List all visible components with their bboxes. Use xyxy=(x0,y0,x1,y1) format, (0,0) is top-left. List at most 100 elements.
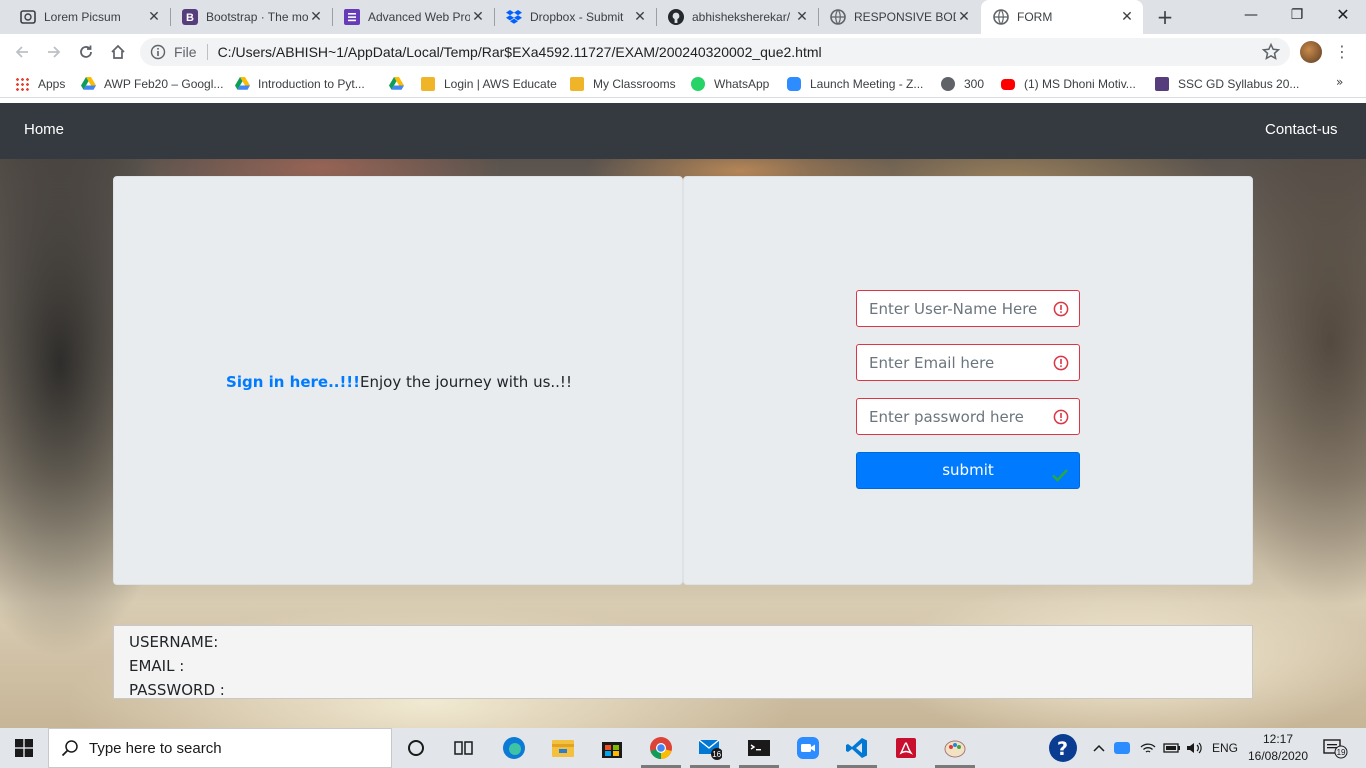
vscode-icon[interactable] xyxy=(845,736,869,760)
taskbar-clock[interactable]: 12:17 16/08/2020 xyxy=(1246,731,1310,765)
taskbar-search-box[interactable]: Type here to search xyxy=(48,728,392,768)
bookmark-aws-educate[interactable]: Login | AWS Educate xyxy=(421,75,557,93)
minimize-button[interactable]: — xyxy=(1228,0,1274,32)
close-icon[interactable]: ✕ xyxy=(1119,9,1135,25)
tab-advanced-web[interactable]: Advanced Web Pro ✕ xyxy=(332,0,494,34)
browser-toolbar: File C:/Users/ABHISH~1/AppData/Local/Tem… xyxy=(0,34,1366,70)
svg-text:?: ? xyxy=(1057,738,1068,760)
tab-title: FORM xyxy=(1017,10,1053,24)
forms-icon xyxy=(344,9,360,25)
bookmark-zoom[interactable]: Launch Meeting - Z... xyxy=(787,75,923,93)
language-indicator[interactable]: ENG xyxy=(1212,728,1238,768)
bookmark-drive[interactable] xyxy=(389,75,404,93)
bookmarks-overflow-button[interactable]: » xyxy=(1336,75,1343,89)
bootstrap-icon: B xyxy=(182,9,198,25)
close-icon[interactable]: ✕ xyxy=(308,9,324,25)
tray-zoom-icon[interactable] xyxy=(1114,728,1130,768)
tab-github[interactable]: abhisheksherekar/ ✕ xyxy=(656,0,818,34)
bookmarks-bar: Apps AWP Feb20 – Googl... Introduction t… xyxy=(0,70,1366,98)
bookmark-ssc[interactable]: SSC GD Syllabus 20... xyxy=(1155,75,1299,93)
bookmark-whatsapp[interactable]: WhatsApp xyxy=(691,75,769,93)
chrome-icon[interactable] xyxy=(649,736,673,760)
edge-icon[interactable] xyxy=(502,736,526,760)
close-window-button[interactable]: ✕ xyxy=(1320,0,1366,32)
close-icon[interactable]: ✕ xyxy=(470,9,486,25)
tab-responsive-body[interactable]: RESPONSIVE BOD ✕ xyxy=(818,0,980,34)
close-icon[interactable]: ✕ xyxy=(956,9,972,25)
bookmark-intro-python[interactable]: Introduction to Pyt... xyxy=(235,75,365,93)
mail-badge: 16 xyxy=(712,750,721,759)
page-viewport: Home Contact-us Sign in here..!!!Enjoy t… xyxy=(0,103,1366,728)
tab-title: abhisheksherekar/ xyxy=(692,10,791,24)
username-input[interactable] xyxy=(857,291,1047,326)
zoom-app-icon[interactable] xyxy=(796,736,820,760)
paint-icon[interactable] xyxy=(943,736,967,760)
signin-form-card: submit xyxy=(683,176,1253,585)
home-icon xyxy=(111,44,125,59)
new-tab-button[interactable]: + xyxy=(1155,7,1175,28)
search-placeholder: Type here to search xyxy=(89,739,222,757)
store-icon[interactable] xyxy=(600,736,624,760)
profile-avatar[interactable] xyxy=(1300,41,1322,63)
username-field[interactable] xyxy=(856,290,1080,327)
start-button[interactable] xyxy=(0,728,48,768)
battery-icon[interactable] xyxy=(1163,728,1181,768)
mail-icon[interactable]: 16 xyxy=(698,736,722,760)
welcome-card: Sign in here..!!!Enjoy the journey with … xyxy=(113,176,683,585)
address-bar[interactable]: File C:/Users/ABHISH~1/AppData/Local/Tem… xyxy=(140,38,1290,66)
acrobat-icon[interactable] xyxy=(894,736,918,760)
volume-icon[interactable] xyxy=(1186,728,1204,768)
bookmark-label: Login | AWS Educate xyxy=(444,77,557,91)
cortana-icon[interactable] xyxy=(404,736,428,760)
tab-dropbox[interactable]: Dropbox - Submit ✕ xyxy=(494,0,656,34)
home-button[interactable] xyxy=(106,40,130,64)
clock-date: 16/08/2020 xyxy=(1247,749,1309,763)
url-text[interactable]: C:/Users/ABHISH~1/AppData/Local/Temp/Rar… xyxy=(218,44,822,60)
reload-button[interactable] xyxy=(74,40,98,64)
tab-form-active[interactable]: FORM ✕ xyxy=(981,0,1143,34)
password-input[interactable] xyxy=(857,399,1047,434)
bookmark-300[interactable]: 300 xyxy=(941,75,984,93)
info-icon[interactable] xyxy=(150,44,166,60)
tab-lorem-picsum[interactable]: Lorem Picsum ✕ xyxy=(0,0,170,34)
bookmark-apps[interactable]: Apps xyxy=(15,75,65,93)
bookmark-my-classrooms[interactable]: My Classrooms xyxy=(570,75,676,93)
submit-label: submit xyxy=(942,461,994,479)
bookmark-awp[interactable]: AWP Feb20 – Googl... xyxy=(81,75,223,93)
windows-logo-icon xyxy=(15,739,33,757)
help-icon[interactable]: ? xyxy=(1048,733,1078,763)
submit-button[interactable]: submit xyxy=(856,452,1080,489)
close-icon[interactable]: ✕ xyxy=(794,9,810,25)
svg-text:B: B xyxy=(186,12,194,24)
forward-button[interactable] xyxy=(42,40,66,64)
bookmark-youtube[interactable]: (1) MS Dhoni Motiv... xyxy=(1001,75,1136,93)
bookmark-label: SSC GD Syllabus 20... xyxy=(1178,77,1300,91)
clock-time: 12:17 xyxy=(1262,732,1294,746)
email-field[interactable] xyxy=(856,344,1080,381)
windows-taskbar: Type here to search 16 ? ENG 12:17 16/08… xyxy=(0,728,1366,768)
bookmark-label: WhatsApp xyxy=(714,77,770,91)
tab-strip: Lorem Picsum ✕ B Bootstrap · The mo ✕ Ad… xyxy=(0,0,1366,34)
email-input[interactable] xyxy=(857,345,1047,380)
picsum-icon xyxy=(20,9,36,25)
output-username: USERNAME: xyxy=(129,633,219,651)
restore-button[interactable]: ❐ xyxy=(1274,0,1320,32)
tagline-text: Enjoy the journey with us..!! xyxy=(359,373,572,391)
terminal-icon[interactable] xyxy=(747,736,771,760)
tab-bootstrap[interactable]: B Bootstrap · The mo ✕ xyxy=(170,0,332,34)
back-button[interactable] xyxy=(10,40,34,64)
notification-center-icon[interactable]: 19 xyxy=(1323,728,1349,768)
menu-kebab-icon[interactable]: ⋮ xyxy=(1334,42,1350,62)
wifi-icon[interactable] xyxy=(1140,728,1156,768)
close-icon[interactable]: ✕ xyxy=(146,9,162,25)
nav-contact-link[interactable]: Contact-us xyxy=(1265,121,1338,138)
bookmark-label: 300 xyxy=(964,77,985,91)
password-field[interactable] xyxy=(856,398,1080,435)
tab-title: RESPONSIVE BOD xyxy=(854,10,956,24)
file-explorer-icon[interactable] xyxy=(551,736,575,760)
close-icon[interactable]: ✕ xyxy=(632,9,648,25)
tray-chevron-icon[interactable] xyxy=(1092,728,1106,768)
star-icon[interactable] xyxy=(1261,42,1281,62)
task-view-icon[interactable] xyxy=(452,736,476,760)
nav-home-link[interactable]: Home xyxy=(24,121,64,138)
